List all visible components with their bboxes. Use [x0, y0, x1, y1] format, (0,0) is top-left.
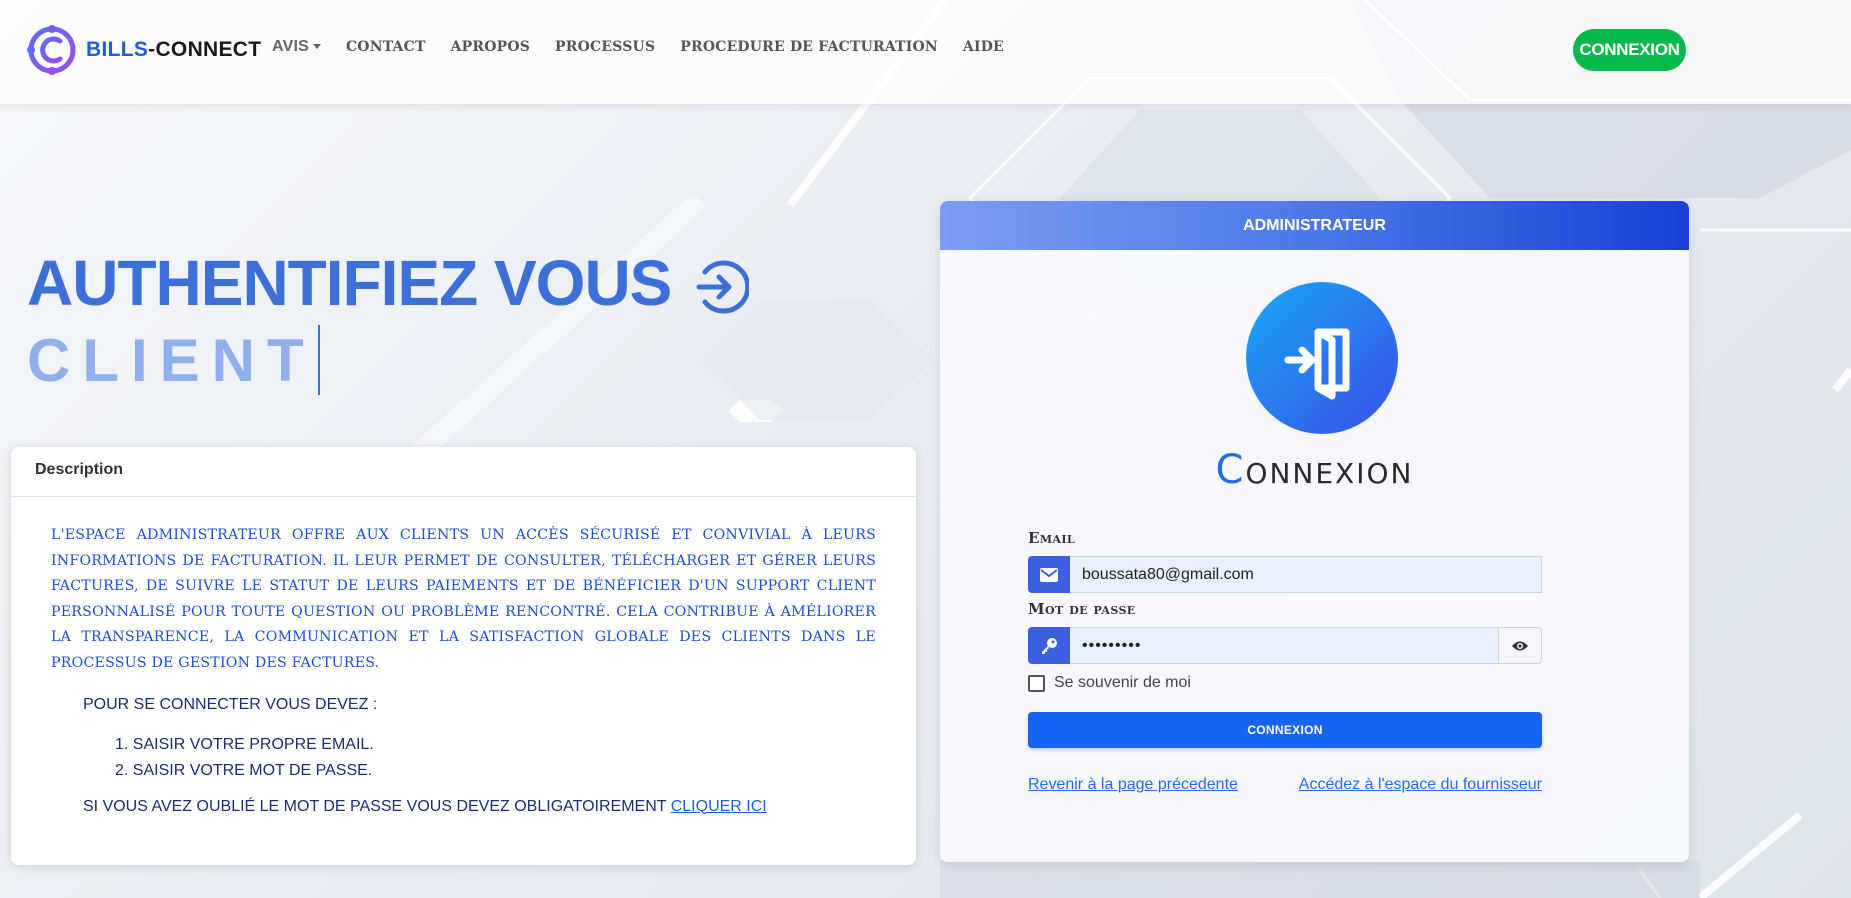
- login-title: Connexion: [940, 447, 1689, 493]
- login-arrow-icon: [696, 260, 750, 314]
- login-avatar: [1246, 282, 1398, 434]
- list-item: 1. SAISIR VOTRE PROPRE EMAIL.: [115, 735, 374, 753]
- key-icon: [1042, 637, 1057, 654]
- login-card: ADMINISTRATEUR Connexion Email Mot de pa…: [940, 201, 1689, 862]
- hero-title: AUTHENTIFIEZ VOUS: [27, 246, 750, 320]
- remember-me-checkbox[interactable]: [1028, 674, 1045, 692]
- email-label: Email: [1028, 529, 1076, 547]
- brand-name: BILLS-CONNECT: [86, 38, 261, 62]
- back-link[interactable]: Revenir à la page précedente: [1028, 776, 1238, 794]
- password-field-group: [1028, 627, 1542, 664]
- nav-item-aide[interactable]: AIDE: [963, 39, 1004, 55]
- nav-item-procedure-facturation[interactable]: PROCEDURE DE FACTURATION: [680, 39, 938, 55]
- brand[interactable]: BILLS-CONNECT: [24, 24, 261, 76]
- email-field[interactable]: [1070, 556, 1542, 593]
- top-navbar: BILLS-CONNECT AVIS CONTACT APROPOS PROCE…: [0, 0, 1851, 104]
- nav-item-avis-label: AVIS: [272, 38, 309, 55]
- hero-title-text: AUTHENTIFIEZ VOUS: [27, 247, 672, 319]
- login-title-first: C: [1215, 447, 1246, 493]
- supplier-space-link[interactable]: Accédez à l'espace du fournisseur: [1298, 776, 1542, 794]
- submit-login-button[interactable]: CONNEXION: [1028, 712, 1542, 748]
- door-enter-icon: [1284, 328, 1350, 400]
- brand-name-part1: BILLS: [86, 38, 149, 61]
- nav-item-processus[interactable]: PROCESSUS: [555, 39, 655, 55]
- description-card: Description L'espace administrateur offr…: [11, 447, 916, 865]
- password-label: Mot de passe: [1028, 600, 1136, 618]
- nav-item-avis[interactable]: AVIS: [272, 38, 321, 56]
- password-addon: [1028, 627, 1070, 664]
- logo-icon: [27, 25, 76, 75]
- caret-down-icon: [312, 44, 321, 50]
- login-title-rest: onnexion: [1245, 457, 1414, 490]
- nav-links: AVIS CONTACT APROPOS PROCESSUS PROCEDURE…: [272, 38, 1029, 56]
- email-field-group: [1028, 556, 1542, 593]
- password-field[interactable]: [1070, 627, 1498, 664]
- hero-subtitle: CLIENT: [27, 325, 320, 395]
- nav-login-button[interactable]: CONNEXION: [1573, 29, 1686, 71]
- email-addon: [1028, 556, 1070, 593]
- brand-name-part2: -CONNECT: [148, 38, 262, 61]
- nav-item-apropos[interactable]: APROPOS: [451, 39, 530, 55]
- forgot-password-link[interactable]: CLIQUER ICI: [671, 798, 767, 815]
- remember-me[interactable]: Se souvenir de moi: [1028, 674, 1191, 692]
- login-card-header: ADMINISTRATEUR: [940, 201, 1689, 250]
- forgot-password-prefix: SI VOUS AVEZ OUBLIÉ LE MOT DE PASSE VOUS…: [83, 797, 671, 815]
- description-header: Description: [11, 447, 916, 497]
- typing-cursor: [317, 325, 320, 395]
- nav-item-contact[interactable]: CONTACT: [346, 39, 426, 55]
- remember-me-label: Se souvenir de moi: [1054, 674, 1191, 691]
- list-item: 2. SAISIR VOTRE MOT DE PASSE.: [115, 761, 373, 779]
- hero-subtitle-text: CLIENT: [27, 326, 316, 394]
- toggle-password-button[interactable]: [1498, 627, 1542, 664]
- description-steps: 1. SAISIR VOTRE PROPRE EMAIL. 2. SAISIR …: [115, 732, 916, 784]
- forgot-password-text: SI VOUS AVEZ OUBLIÉ LE MOT DE PASSE VOUS…: [83, 798, 916, 816]
- description-paragraph: L'espace administrateur offre aux client…: [51, 527, 876, 671]
- envelope-icon: [1040, 567, 1058, 582]
- description-lead: POUR SE CONNECTER VOUS DEVEZ :: [83, 695, 378, 713]
- eye-icon: [1512, 641, 1528, 650]
